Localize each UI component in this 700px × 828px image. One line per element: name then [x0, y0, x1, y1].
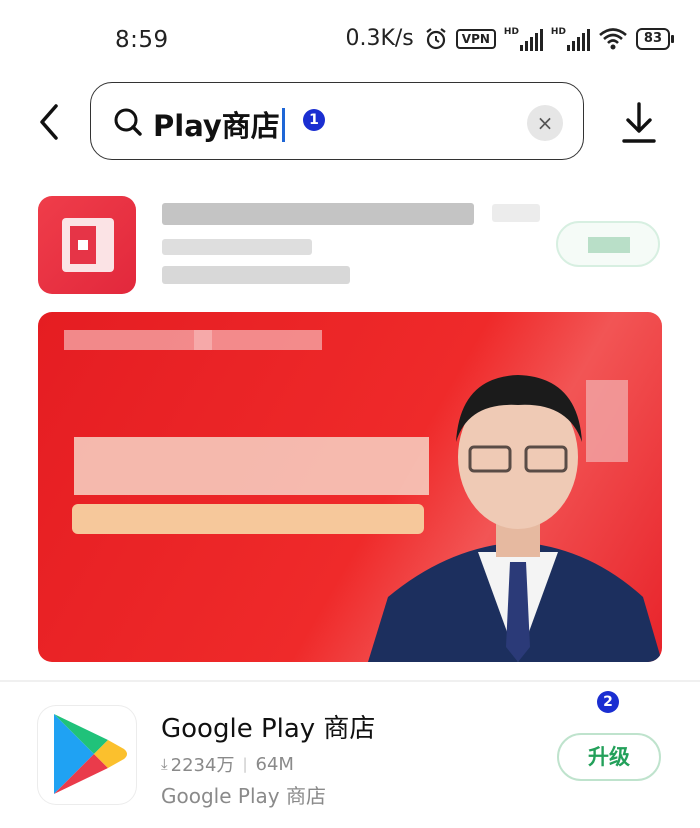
ad-install-button[interactable]: [556, 221, 660, 267]
ad-tag-blurred: [492, 204, 540, 222]
app-title: Google Play 商店: [161, 714, 376, 744]
ad-app-icon: [38, 196, 136, 294]
status-time: 8:59: [115, 27, 169, 53]
search-icon: [114, 108, 142, 136]
play-logo-icon: [54, 714, 127, 794]
back-arrow-icon[interactable]: [34, 102, 68, 142]
search-query-text: Play商店: [153, 103, 285, 145]
ad-desc-blurred: [162, 266, 350, 284]
status-bar: 8:59 0.3K/s VPN HD HD 83: [0, 0, 700, 80]
annotation-badge-2: 2: [597, 691, 619, 713]
hd-label-2: HD: [550, 26, 566, 37]
annotation-badge-1: 1: [303, 109, 325, 131]
clear-search-button[interactable]: ×: [527, 105, 563, 141]
ad-meta-blurred: [162, 239, 312, 255]
ad-title-blurred: [162, 203, 474, 225]
network-speed: 0.3K/s: [345, 26, 414, 51]
banner-person-image: [368, 375, 662, 662]
signal-icon-2: HD: [551, 27, 590, 51]
banner-logo-blurred-2: [194, 330, 322, 350]
meta-separator: |: [242, 755, 248, 773]
upgrade-button[interactable]: 升级: [557, 733, 661, 781]
app-size: 64M: [255, 753, 294, 775]
download-count: 2234万: [170, 755, 235, 776]
battery-icon: 83: [635, 27, 675, 50]
app-meta: ⤓ 2234万 | 64M: [161, 751, 294, 777]
app-store-search-screen: 8:59 0.3K/s VPN HD HD 83 Play商店 × 1 Goog…: [0, 0, 700, 828]
search-input[interactable]: Play商店 ×: [90, 82, 584, 160]
vpn-icon: VPN: [455, 28, 496, 49]
status-icons: 0.3K/s VPN HD HD 83: [345, 26, 675, 51]
download-count-icon: ⤓: [161, 755, 168, 773]
hd-label: HD: [503, 26, 519, 37]
promo-banner[interactable]: [38, 312, 662, 662]
google-play-icon: [38, 706, 136, 804]
section-divider: [0, 680, 700, 682]
download-manager-icon[interactable]: [618, 100, 660, 146]
banner-logo-blurred: [64, 330, 212, 350]
text-caret: [281, 108, 285, 142]
wifi-icon: [599, 27, 627, 49]
signal-icon: HD: [504, 27, 543, 51]
app-developer: Google Play 商店: [161, 784, 326, 808]
alarm-icon: [426, 27, 446, 49]
